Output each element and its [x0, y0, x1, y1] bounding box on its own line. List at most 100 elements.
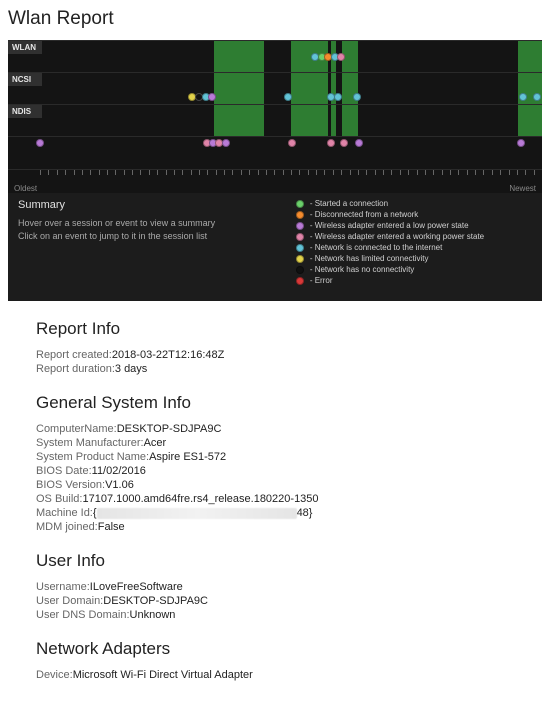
kv-value: Unknown [130, 609, 176, 621]
event-dot[interactable] [533, 93, 541, 101]
summary-line2: Click on an event to jump to it in the s… [18, 230, 278, 243]
kv-label: User Domain: [36, 595, 103, 607]
kv-row: Device: Microsoft Wi-Fi Direct Virtual A… [36, 669, 514, 681]
kv-value: False [98, 521, 125, 533]
axis-newest: Newest [509, 184, 536, 193]
page-title: Wlan Report [0, 0, 550, 40]
session-band[interactable] [214, 105, 265, 136]
kv-label: User DNS Domain: [36, 609, 130, 621]
legend-item: - Disconnected from a network [296, 210, 532, 219]
legend-dot-icon [296, 266, 304, 274]
kv-label: Report duration: [36, 363, 115, 375]
lane-label: NCSI [8, 73, 42, 86]
lane-label: NDIS [8, 105, 42, 118]
kv-value: 11/02/2016 [92, 465, 146, 477]
legend-text: - Wireless adapter entered a low power s… [310, 221, 469, 230]
lane-wlan: WLAN [8, 40, 542, 72]
kv-label: Device: [36, 669, 73, 681]
lane-ncsi: NCSI [8, 72, 542, 104]
event-dot[interactable] [337, 53, 345, 61]
general-heading: General System Info [36, 393, 514, 413]
kv-row: ComputerName: DESKTOP-SDJPA9C [36, 423, 514, 435]
legend-text: - Error [310, 276, 333, 285]
user-body: Username: ILoveFreeSoftware User Domain: … [36, 581, 514, 621]
kv-row: System Product Name: Aspire ES1-572 [36, 451, 514, 463]
event-dot[interactable] [334, 93, 342, 101]
session-band[interactable] [518, 41, 542, 72]
session-band[interactable] [518, 105, 542, 136]
legend-dot-icon [296, 200, 304, 208]
event-dot[interactable] [340, 139, 348, 147]
kv-row: User Domain: DESKTOP-SDJPA9C [36, 595, 514, 607]
event-dot[interactable] [353, 93, 361, 101]
legend-item: - Network is connected to the internet [296, 243, 532, 252]
timeline-panel: WLAN NCSI NDIS Oldest Newest Summary Hover… [8, 40, 542, 301]
legend-item: - Network has limited connectivity [296, 254, 532, 263]
kv-label: BIOS Version: [36, 479, 105, 491]
kv-value: DESKTOP-SDJPA9C [103, 595, 208, 607]
kv-value: Aspire ES1-572 [149, 451, 226, 463]
event-dot[interactable] [36, 139, 44, 147]
event-dot[interactable] [327, 139, 335, 147]
legend-item: - Network has no connectivity [296, 265, 532, 274]
legend-dot-icon [296, 222, 304, 230]
report-content: Report Info Report created: 2018-03-22T1… [0, 301, 550, 703]
kv-value: 3 days [115, 363, 147, 375]
report-info-heading: Report Info [36, 319, 514, 339]
session-band[interactable] [342, 105, 358, 136]
legend-item: - Error [296, 276, 532, 285]
legend-dot-icon [296, 244, 304, 252]
summary-line1: Hover over a session or event to view a … [18, 217, 278, 230]
kv-value: Microsoft Wi-Fi Direct Virtual Adapter [73, 669, 253, 681]
kv-label: Report created: [36, 349, 112, 361]
kv-value: ILoveFreeSoftware [90, 581, 183, 593]
kv-row: User DNS Domain: Unknown [36, 609, 514, 621]
kv-label: BIOS Date: [36, 465, 92, 477]
timeline-lanes[interactable]: WLAN NCSI NDIS [8, 40, 542, 170]
event-dot[interactable] [519, 93, 527, 101]
legend-text: - Started a connection [310, 199, 388, 208]
event-dot[interactable] [284, 93, 292, 101]
event-dot[interactable] [355, 139, 363, 147]
kv-value: DESKTOP-SDJPA9C [117, 423, 222, 435]
lane-ndis: NDIS [8, 104, 542, 136]
axis-oldest: Oldest [14, 184, 37, 193]
lane-label: WLAN [8, 41, 42, 54]
axis-footer: Oldest Newest [8, 184, 542, 193]
event-dot[interactable] [208, 93, 216, 101]
kv-label: OS Build: [36, 493, 82, 505]
session-band[interactable] [291, 73, 328, 104]
legend-dot-icon [296, 255, 304, 263]
legend-item: - Started a connection [296, 199, 532, 208]
legend: - Started a connection - Disconnected fro… [296, 199, 532, 287]
summary-text: Summary Hover over a session or event to… [18, 199, 278, 287]
session-band[interactable] [214, 41, 265, 72]
session-band[interactable] [291, 105, 328, 136]
legend-dot-icon [296, 211, 304, 219]
kv-row: BIOS Version: V1.06 [36, 479, 514, 491]
kv-value: 17107.1000.amd64fre.rs4_release.180220-1… [82, 493, 318, 505]
lane-events [8, 136, 542, 156]
timeline-ticks [8, 170, 542, 184]
kv-value: V1.06 [105, 479, 134, 491]
summary-heading: Summary [18, 199, 278, 211]
session-band[interactable] [214, 73, 265, 104]
legend-text: - Wireless adapter entered a working pow… [310, 232, 484, 241]
session-band[interactable] [331, 105, 336, 136]
event-dot[interactable] [288, 139, 296, 147]
summary-row: Summary Hover over a session or event to… [8, 193, 542, 301]
kv-label: Username: [36, 581, 90, 593]
legend-item: - Wireless adapter entered a working pow… [296, 232, 532, 241]
event-dot[interactable] [222, 139, 230, 147]
legend-dot-icon [296, 277, 304, 285]
event-dot[interactable] [517, 139, 525, 147]
kv-row: Report duration: 3 days [36, 363, 514, 375]
kv-label: System Product Name: [36, 451, 149, 463]
report-info-body: Report created: 2018-03-22T12:16:48Z Repo… [36, 349, 514, 375]
user-heading: User Info [36, 551, 514, 571]
kv-value: 2018-03-22T12:16:48Z [112, 349, 225, 361]
kv-value-tail: 48} [297, 507, 313, 519]
kv-value: Acer [144, 437, 167, 449]
kv-row: System Manufacturer: Acer [36, 437, 514, 449]
kv-row: OS Build: 17107.1000.amd64fre.rs4_releas… [36, 493, 514, 505]
